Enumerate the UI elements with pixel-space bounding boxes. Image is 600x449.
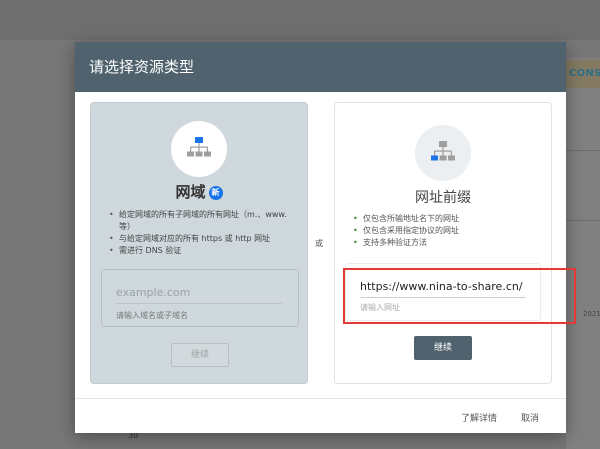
list-item: 仅包含所输地址名下的网址 xyxy=(353,213,543,225)
background-panel xyxy=(566,58,600,449)
resource-type-dialog: 请选择资源类型 网域新 给定网域的所有子网域的所有网址（m.、www. 等） 与… xyxy=(75,42,576,433)
or-separator: 或 xyxy=(315,239,323,248)
background-tag: CONSC xyxy=(566,60,600,88)
list-item: 仅包含采用指定协议的网址 xyxy=(353,225,543,237)
dialog-footer: 了解详情 取消 xyxy=(75,398,566,433)
list-item: 与给定网域对应的所有 https 或 http 网址 xyxy=(109,233,299,245)
domain-input[interactable] xyxy=(116,286,282,304)
cancel-button[interactable]: 取消 xyxy=(521,411,539,424)
domain-continue-button[interactable]: 继续 xyxy=(171,343,229,367)
url-prefix-card-title: 网址前缀 xyxy=(415,190,471,206)
domain-feature-list: 给定网域的所有子网域的所有网址（m.、www. 等） 与给定网域对应的所有 ht… xyxy=(109,209,299,257)
dialog-title: 请选择资源类型 xyxy=(75,42,566,92)
domain-input-container: 请输入域名或子域名 xyxy=(101,269,299,327)
domain-card-title: 网域新 xyxy=(91,181,307,202)
background-year: 2021 xyxy=(583,310,600,318)
background-divider xyxy=(566,220,600,221)
url-prefix-property-card[interactable]: 网址前缀 仅包含所输地址名下的网址 仅包含采用指定协议的网址 支持多种验证方法 … xyxy=(334,102,552,384)
domain-property-card[interactable]: 网域新 给定网域的所有子网域的所有网址（m.、www. 等） 与给定网域对应的所… xyxy=(90,102,308,384)
new-badge: 新 xyxy=(208,185,223,200)
list-item: 支持多种验证方法 xyxy=(353,237,543,249)
learn-more-link[interactable]: 了解详情 xyxy=(461,411,497,424)
sitemap-icon xyxy=(415,125,471,181)
url-prefix-feature-list: 仅包含所输地址名下的网址 仅包含采用指定协议的网址 支持多种验证方法 xyxy=(353,213,543,249)
annotation-highlight-box xyxy=(343,268,576,324)
background-divider xyxy=(566,150,600,151)
domain-input-hint: 请输入域名或子域名 xyxy=(116,311,188,320)
domain-title-text: 网域 xyxy=(175,183,206,201)
sitemap-icon xyxy=(171,121,227,177)
list-item: 需进行 DNS 验证 xyxy=(109,245,299,257)
list-item: 给定网域的所有子网域的所有网址（m.、www. 等） xyxy=(109,209,299,233)
url-prefix-continue-button[interactable]: 继续 xyxy=(414,336,472,360)
background-topbar xyxy=(0,0,600,40)
